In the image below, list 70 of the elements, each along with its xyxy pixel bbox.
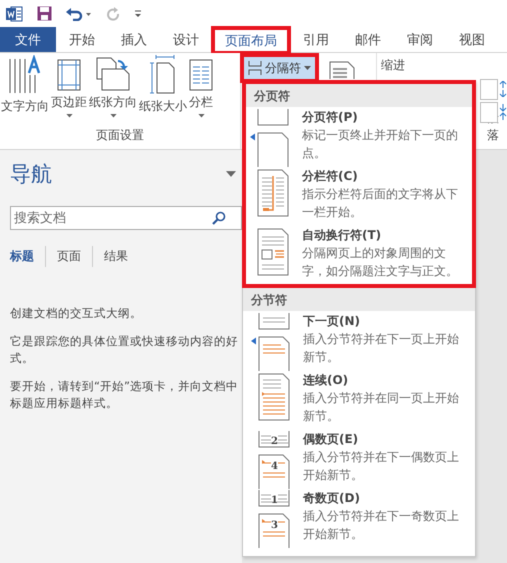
caret-icon[interactable]	[198, 114, 204, 118]
pane-tab[interactable]: 标题	[10, 246, 45, 267]
ribbon-button[interactable]: 分栏	[188, 56, 214, 118]
menu-item[interactable]: 1 3 奇数页(D) 插入分节符并在下一奇数页上开始新节。	[243, 488, 475, 547]
menu-item[interactable]: 自动换行符(T) 分隔网页上的对象周围的文字，如分隔题注文字与正文。	[246, 225, 472, 284]
menu-item[interactable]: 分栏符(C) 指示分栏符后面的文字将从下一栏开始。	[246, 166, 472, 225]
item-title: 连续(O)	[303, 372, 350, 389]
next-page-icon	[251, 313, 291, 371]
ribbon-button[interactable]: 页边距	[50, 56, 88, 118]
customize-caret-icon[interactable]	[134, 10, 142, 18]
ribbon-tab[interactable]: 设计	[160, 27, 212, 52]
section-header: 分节符	[243, 288, 475, 311]
line-numbers-icon[interactable]	[329, 61, 355, 79]
search-icon[interactable]	[212, 211, 226, 225]
ribbon-tab[interactable]: 引用	[290, 27, 342, 52]
breaks-icon	[248, 61, 262, 75]
dropdown-caret-icon[interactable]	[226, 171, 236, 177]
item-title: 下一页(N)	[303, 313, 362, 330]
menu-item[interactable]: 下一页(N) 插入分节符并在下一页上开始新节。	[243, 311, 475, 370]
item-description: 标记一页终止并开始下一页的点。	[302, 127, 459, 162]
ribbon-button[interactable]: 文字方向	[0, 56, 50, 118]
item-description: 插入分节符并在下一奇数页上开始新节。	[303, 508, 460, 543]
ribbon-tab[interactable]: 开始	[56, 27, 108, 52]
caret-icon[interactable]	[66, 114, 72, 118]
group-label: 页面设置	[95, 127, 145, 144]
item-description: 插入分节符并在同一页上开始新节。	[303, 390, 460, 425]
section-header: 分页符	[246, 84, 472, 107]
item-title: 奇数页(D)	[303, 490, 361, 507]
text-direction-icon	[7, 55, 43, 95]
word-logo-icon[interactable]	[6, 6, 23, 22]
menu-item[interactable]: 分页符(P) 标记一页终止并开始下一页的点。	[246, 107, 472, 166]
margins-icon	[57, 59, 81, 92]
spinner-field[interactable]	[480, 102, 498, 123]
item-title: 分页符(P)	[302, 109, 359, 126]
menu-item[interactable]: 连续(O) 插入分节符并在同一页上开始新节。	[243, 370, 475, 429]
help-text: 它是跟踪您的具体位置或快速移动内容的好 式。	[10, 333, 239, 367]
breaks-button[interactable]: 分隔符	[244, 57, 315, 79]
search-field[interactable]: 搜索文档	[10, 206, 242, 230]
indent-label: 缩进	[381, 57, 406, 74]
spinner-field[interactable]	[480, 79, 498, 100]
help-text: 要开始，请转到“开始”选项卡，并向文档中 标题应用标题样式。	[10, 378, 239, 412]
ribbon-tab[interactable]: 邮件	[342, 27, 394, 52]
item-description: 插入分节符并在下一页上开始新节。	[303, 331, 460, 366]
indent-left-icon	[499, 81, 507, 97]
item-description: 指示分栏符后面的文字将从下一栏开始。	[302, 186, 459, 221]
ribbon-tab[interactable]: 页面布局	[212, 27, 290, 54]
indent-right-icon	[499, 104, 507, 120]
item-description: 分隔网页上的对象周围的文字，如分隔题注文字与正文。	[302, 245, 459, 280]
help-text: 创建文档的交互式大纲。	[10, 305, 143, 322]
ribbon-tab[interactable]: 插入	[108, 27, 160, 52]
ribbon-tab[interactable]: 视图	[446, 27, 498, 52]
item-title: 分栏符(C)	[302, 168, 359, 185]
menu-item[interactable]: 2 4 偶数页(E) 插入分节符并在下一偶数页上开始新节。	[243, 429, 475, 488]
ribbon-button[interactable]: 纸张大小	[138, 56, 188, 118]
caret-icon	[304, 66, 311, 70]
save-icon[interactable]	[37, 6, 52, 21]
columns-icon	[189, 59, 213, 92]
pane-tab[interactable]: 页面	[45, 246, 92, 267]
ribbon-tab[interactable]: 审阅	[394, 27, 446, 52]
pane-tab[interactable]: 结果	[92, 246, 139, 267]
undo-icon[interactable]	[66, 6, 92, 20]
pane-title: 导航	[10, 161, 52, 188]
orientation-icon	[96, 57, 130, 92]
item-title: 自动换行符(T)	[302, 227, 382, 244]
file-tab[interactable]: 文件	[0, 27, 56, 52]
caret-icon[interactable]	[110, 114, 116, 118]
page-break-icon	[250, 109, 290, 167]
ribbon-button[interactable]: 纸张方向	[88, 56, 138, 118]
item-description: 插入分节符并在下一偶数页上开始新节。	[303, 449, 460, 484]
item-title: 偶数页(E)	[303, 431, 360, 448]
